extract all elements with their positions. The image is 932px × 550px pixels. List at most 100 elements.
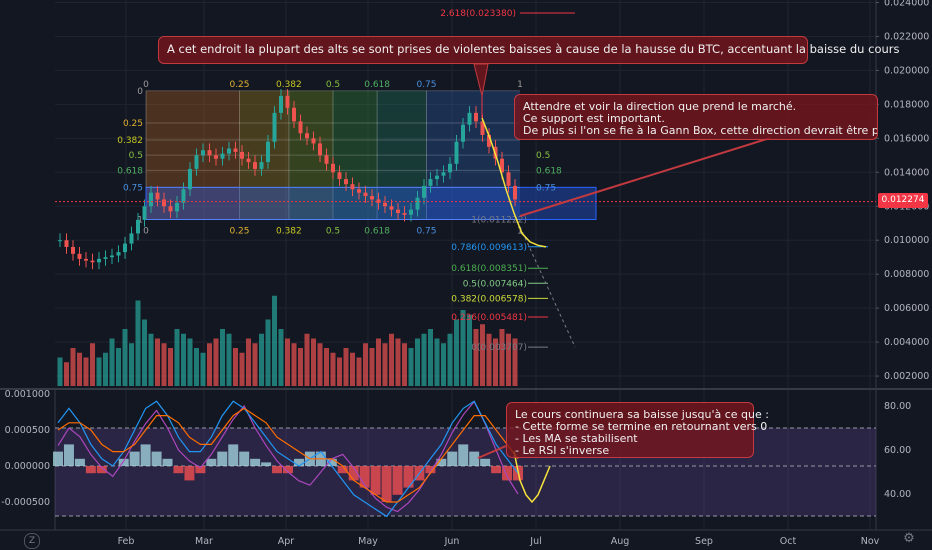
candle-body <box>285 95 290 108</box>
candle-body <box>305 133 309 139</box>
volume-bar <box>311 338 316 386</box>
candle-body <box>227 148 231 154</box>
candle-body <box>194 155 199 169</box>
candle-body <box>123 243 127 253</box>
volume-bar <box>174 329 180 386</box>
time-tick-label: Feb <box>118 536 135 547</box>
candle-body <box>181 189 186 203</box>
candle-body <box>474 112 478 122</box>
volume-bar <box>389 333 394 386</box>
volume-bar <box>129 343 134 386</box>
candle-body <box>77 253 82 259</box>
candle-body <box>441 172 446 176</box>
volume-bar <box>356 357 362 386</box>
volume-bar <box>343 348 349 386</box>
annotation-support[interactable]: Attendre et voir la direction que prend … <box>514 94 878 140</box>
volume-bar <box>64 362 69 386</box>
gann-time-label-bottom: 0.382 <box>276 227 302 237</box>
candle-body <box>292 107 296 122</box>
candle-body <box>58 240 62 242</box>
candle-body <box>454 141 459 164</box>
candle-body <box>214 155 218 159</box>
volume-bar <box>434 338 440 386</box>
candle-body <box>168 206 173 212</box>
volume-bar <box>77 352 82 386</box>
candle-body <box>435 175 439 180</box>
histogram-bar <box>53 451 63 466</box>
osc-left-tick: 0.000000 <box>5 461 50 472</box>
volume-bar <box>363 343 368 386</box>
gann-time-label-top: 0.618 <box>364 80 390 90</box>
candle-body <box>136 219 140 234</box>
candle-body <box>110 255 114 258</box>
price-tick-label: 0.006000 <box>884 303 929 314</box>
volume-bar <box>421 333 427 386</box>
time-tick-label: Sep <box>695 536 713 547</box>
volume-bar <box>499 329 505 386</box>
volume-bar <box>415 338 420 386</box>
candle-body <box>506 172 511 186</box>
candle-body <box>279 95 283 113</box>
volume-bar <box>239 352 245 386</box>
volume-bar <box>207 343 212 386</box>
volume-bar <box>57 357 63 386</box>
histogram-bar <box>261 462 272 466</box>
price-tick-label: 0.008000 <box>884 269 929 280</box>
chart-canvas[interactable]: 00.250.3820.5 0.50.618 0.6180.75 0.751000.2… <box>0 0 932 550</box>
histogram-bar <box>480 458 491 466</box>
osc-right-tick: 40.00 <box>884 489 911 500</box>
candle-body <box>129 233 134 244</box>
volume-bar <box>96 357 102 386</box>
candle-body <box>344 179 348 185</box>
candle-body <box>337 172 342 180</box>
gear-icon[interactable]: ⚙ <box>902 532 916 546</box>
volume-bar <box>324 348 329 386</box>
volume-bar <box>291 343 297 386</box>
candle-body <box>415 197 420 210</box>
fib-level-label: 2.618(0.023380) <box>440 9 516 19</box>
candle-body <box>142 206 147 220</box>
candle-body <box>246 158 251 163</box>
candle-body <box>513 185 517 200</box>
osc-right-tick: 80.00 <box>884 401 911 412</box>
fib-level-label: 0.5(0.007464) <box>463 279 527 289</box>
volume-bar <box>142 319 147 386</box>
gann-price-label: 0.618 <box>117 166 143 176</box>
volume-bar <box>148 333 154 386</box>
gann-price-label: 0.382 <box>117 136 143 146</box>
volume-bar <box>402 343 407 386</box>
histogram-bar <box>403 466 414 488</box>
volume-bar <box>103 352 108 386</box>
price-tick-label: 0.018000 <box>884 99 929 110</box>
volume-bar <box>265 319 271 386</box>
histogram-bar <box>381 466 392 502</box>
volume-bar <box>473 329 479 386</box>
time-tick-label: Aug <box>611 536 630 547</box>
histogram-bar <box>129 451 140 466</box>
candle-body <box>240 151 244 159</box>
annotation-btc-effect[interactable]: A cet endroit la plupart des alts se son… <box>158 36 900 64</box>
volume-bar <box>187 338 193 386</box>
gann-price-label-right: 0.5 <box>536 151 550 161</box>
time-axis[interactable]: Feb Mar Apr May Jun Jul Aug Sep Oct Nov <box>0 529 932 550</box>
candle-body <box>259 162 264 169</box>
volume-bar <box>200 352 206 386</box>
volume-bar <box>278 329 284 386</box>
candle-body <box>266 141 270 163</box>
annotation-conditions[interactable]: Le cours continuera sa baisse jusqu'à ce… <box>506 402 769 458</box>
histogram-bar <box>337 466 348 474</box>
candle-body <box>409 209 413 215</box>
price-tick-label: 0.004000 <box>884 337 929 348</box>
volume-bar <box>376 338 381 386</box>
volume-bar <box>246 338 251 386</box>
gann-time-label-top: 0.25 <box>229 80 249 90</box>
z-icon[interactable]: Z <box>24 533 40 549</box>
volume-bar <box>194 348 199 386</box>
gann-time-label-bottom: 0.75 <box>416 227 436 237</box>
candle-body <box>84 258 88 261</box>
volume-bar <box>350 352 355 386</box>
fib-level-label: 0(0.003707) <box>471 343 527 353</box>
volume-bar <box>304 333 310 386</box>
price-tick-label: 0.024000 <box>884 0 929 9</box>
volume-bar <box>317 343 323 386</box>
